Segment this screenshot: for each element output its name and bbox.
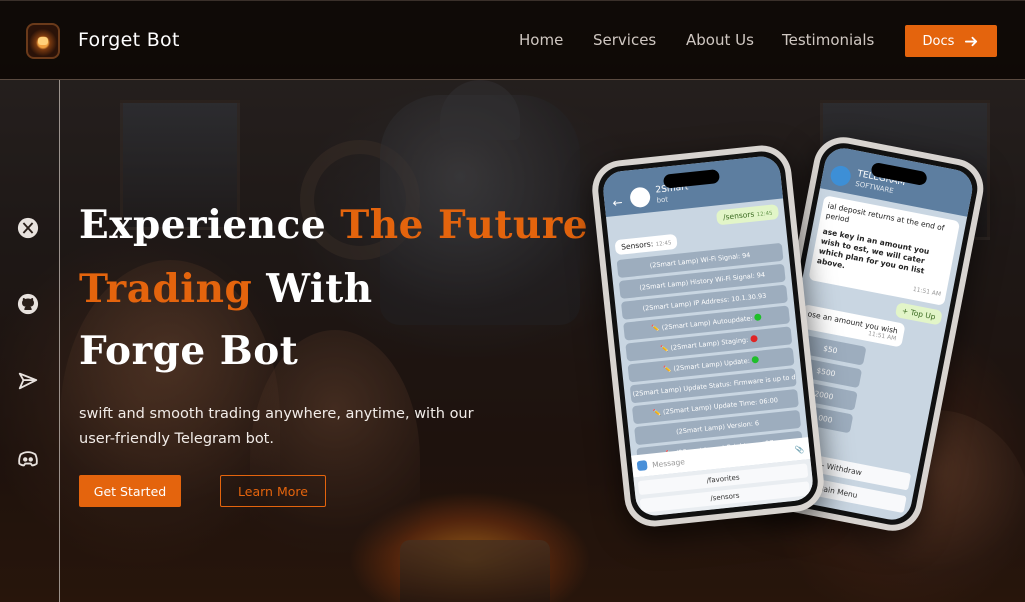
message-text: Sensors: xyxy=(620,239,654,252)
chat-subtitle: bot xyxy=(656,195,669,205)
message-time: 12:45 xyxy=(655,240,672,248)
phone-mockup-primary: ← 2Smart bot /sensors 12:45 Sensors: 12:… xyxy=(589,142,827,530)
arrow-right-icon xyxy=(965,36,978,46)
command-text: /sensors xyxy=(722,209,755,222)
docs-button-label: Docs xyxy=(922,33,955,49)
sensor-button-label: ✏️ (2Smart Lamp) Autoupdate: xyxy=(651,314,754,333)
chat-message: Sensors: 12:45 xyxy=(614,233,679,256)
docs-button[interactable]: Docs xyxy=(905,25,997,57)
nav-home[interactable]: Home xyxy=(519,31,563,49)
learn-more-button[interactable]: Learn More xyxy=(220,475,326,507)
hero-title-text: Experience xyxy=(79,202,341,248)
message-input[interactable]: Message xyxy=(652,457,686,469)
hero-title-line-3: Forge Bot xyxy=(79,328,299,374)
status-on-icon xyxy=(751,355,760,364)
x-icon[interactable] xyxy=(17,217,39,239)
hero-title-line-1: Experience The Future of xyxy=(79,202,646,248)
brand-name[interactable]: Forget Bot xyxy=(78,29,180,51)
phone-frame: ← 2Smart bot /sensors 12:45 Sensors: 12:… xyxy=(595,149,821,523)
bot-avatar xyxy=(629,186,652,209)
command-time: 12:45 xyxy=(756,210,773,219)
sensor-keyboard: (2Smart Lamp) Wi-Fi Signal: 94 (2Smart L… xyxy=(616,242,804,467)
site-header: Forget Bot Home Services About Us Testim… xyxy=(0,0,1025,80)
chat-body: /sensors 12:45 Sensors: 12:45 (2Smart La… xyxy=(606,198,810,471)
nav-about-us[interactable]: About Us xyxy=(686,31,754,49)
menu-icon[interactable] xyxy=(636,460,648,472)
bot-avatar xyxy=(828,164,853,188)
nav-services[interactable]: Services xyxy=(593,31,656,49)
hero-subtitle: swift and smooth trading anywhere, anyti… xyxy=(79,406,474,447)
social-rail-divider xyxy=(59,80,60,602)
sensor-button-label: (2Smart Lamp) Version: 6 xyxy=(675,419,760,436)
hero-title-text: With xyxy=(252,266,373,312)
brand-logo[interactable] xyxy=(26,23,60,59)
discord-icon[interactable] xyxy=(17,448,39,470)
attach-icon[interactable]: 📎 xyxy=(795,444,805,454)
chat-message: ial deposit returns at the end of period… xyxy=(808,195,961,306)
telegram-screen: ← 2Smart bot /sensors 12:45 Sensors: 12:… xyxy=(601,154,815,518)
sensor-button-label: (2Smart Lamp) Wi-Fi Signal: 94 xyxy=(649,251,751,270)
sensor-button-label: ✏️ (2Smart Lamp) Update: xyxy=(662,356,751,374)
sensor-button-label: ✏️ (2Smart Lamp) Staging: xyxy=(660,335,749,354)
nav-testimonials[interactable]: Testimonials xyxy=(782,31,874,49)
hero-title-line-2: Trading With xyxy=(79,266,373,312)
status-off-icon xyxy=(749,334,758,343)
hero-title-accent: Trading xyxy=(79,266,253,312)
chat-command: + Top Up xyxy=(894,302,943,326)
telegram-icon[interactable] xyxy=(17,370,39,392)
get-started-button[interactable]: Get Started xyxy=(79,475,181,507)
status-on-icon xyxy=(754,313,762,322)
github-icon[interactable] xyxy=(17,293,39,315)
chat-command: /sensors 12:45 xyxy=(716,204,780,226)
back-arrow-icon: ← xyxy=(611,195,624,211)
